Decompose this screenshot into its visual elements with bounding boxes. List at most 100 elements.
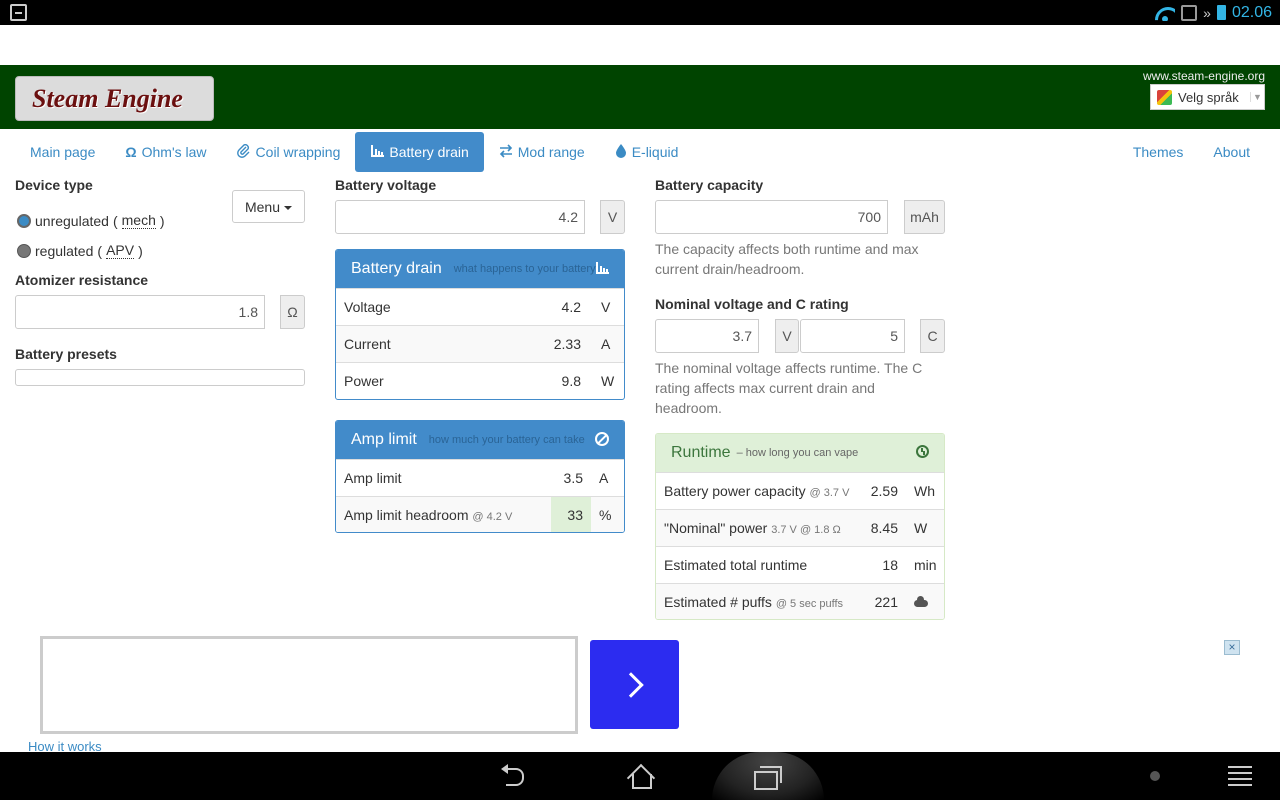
table-row: "Nominal" power 3.7 V @ 1.8 Ω 8.45 W: [656, 509, 944, 546]
dock-icon: [1181, 4, 1198, 21]
bar-chart-icon: [370, 144, 385, 161]
recent-apps-icon[interactable]: [754, 766, 782, 790]
radio-regulated[interactable]: regulated (APV): [17, 242, 143, 259]
panel-title: Runtime: [671, 444, 731, 461]
nav-label: Ohm's law: [141, 144, 207, 160]
battery-drain-panel: Battery drain what happens to your batte…: [335, 249, 625, 400]
status-time: 02.06: [1231, 3, 1272, 21]
row-note: @ 4.2 V: [472, 511, 513, 523]
row-value: 4.2: [561, 299, 581, 315]
row-value: 2.33: [553, 336, 581, 352]
bar-chart-icon: [595, 261, 609, 280]
panel-subtitle: what happens to your battery: [453, 263, 596, 275]
volt-addon: V: [600, 200, 625, 234]
atomizer-resistance-input[interactable]: 1.8: [15, 295, 265, 329]
row-note: @ 3.7 V: [809, 487, 850, 499]
nav-label: E-liquid: [631, 144, 679, 160]
google-icon: [1157, 89, 1172, 105]
nav-about[interactable]: About: [1198, 132, 1265, 172]
row-unit: W: [914, 520, 928, 536]
battery-presets-select[interactable]: [15, 369, 305, 386]
nav-themes[interactable]: Themes: [1118, 132, 1199, 172]
row-value: 2.59: [870, 483, 898, 499]
nav-mod-range[interactable]: Mod range: [484, 132, 600, 172]
table-row: Amp limit headroom @ 4.2 V 33 %: [336, 496, 624, 532]
paren: (: [112, 212, 118, 229]
ad-close-button[interactable]: ×: [1224, 640, 1240, 655]
battery-presets-label: Battery presets: [15, 346, 117, 362]
nav-coil-wrapping[interactable]: Coil wrapping: [222, 132, 356, 172]
nav-ohms-law[interactable]: Ω Ohm's law: [110, 132, 221, 172]
ohm-icon: Ω: [125, 144, 137, 160]
row-label: "Nominal" power 3.7 V @ 1.8 Ω: [656, 520, 866, 536]
paperclip-icon: [236, 143, 251, 161]
row-unit: V: [601, 299, 611, 315]
site-logo[interactable]: Steam Engine: [15, 76, 214, 121]
mah-addon: mAh: [904, 200, 945, 234]
nav-label: Main page: [30, 144, 96, 160]
row-label-text: Amp limit: [344, 470, 402, 486]
panel-header: Runtime – how long you can vape: [656, 434, 944, 472]
nav-main-page[interactable]: Main page: [15, 132, 110, 172]
ohm-addon: Ω: [280, 295, 305, 329]
row-label-text: Estimated total runtime: [664, 557, 808, 573]
row-unit: Wh: [914, 483, 935, 499]
battery-voltage-input[interactable]: 4.2: [335, 200, 585, 234]
row-unit: W: [601, 373, 615, 389]
ad-banner[interactable]: [40, 636, 578, 734]
menu-label: Menu: [244, 198, 281, 215]
nav-battery-drain[interactable]: Battery drain: [355, 132, 484, 172]
battery-capacity-input[interactable]: 700: [655, 200, 888, 234]
amp-limit-panel: Amp limit how much your battery can take…: [335, 420, 625, 533]
table-row: Voltage 4.2 V: [336, 288, 624, 325]
row-value: 3.5: [563, 470, 583, 486]
row-value: 221: [874, 594, 898, 610]
download-icon: [10, 4, 27, 21]
radio-label: regulated: [35, 242, 94, 259]
radio-unregulated[interactable]: unregulated (mech): [17, 212, 165, 229]
menu-icon[interactable]: [1228, 766, 1252, 786]
paren: ): [159, 212, 165, 229]
home-icon[interactable]: [627, 764, 653, 789]
radio-button[interactable]: [17, 213, 31, 228]
transfer-icon: [499, 143, 513, 161]
nav-label: Coil wrapping: [255, 144, 341, 160]
panel-header: Amp limit how much your battery can take: [336, 421, 624, 459]
battery-voltage-label: Battery voltage: [335, 177, 437, 193]
row-value: 33: [551, 497, 591, 532]
row-unit: A: [601, 336, 611, 352]
language-select[interactable]: Velg språk ▼: [1150, 84, 1265, 110]
row-label: Power: [344, 373, 384, 389]
menu-button[interactable]: Menu: [232, 190, 305, 223]
radio-button[interactable]: [17, 243, 31, 258]
row-label: Estimated total runtime: [656, 557, 866, 573]
language-label: Velg språk: [1178, 89, 1239, 105]
paren: (: [97, 242, 103, 259]
dot-icon[interactable]: [1150, 771, 1160, 781]
row-label-text: "Nominal" power: [664, 520, 768, 536]
menu-line: [1228, 784, 1252, 786]
back-icon[interactable]: [500, 764, 526, 788]
table-row: Amp limit 3.5 A: [336, 459, 624, 496]
nominal-voltage-input[interactable]: 3.7: [655, 319, 759, 353]
drop-icon: [615, 143, 627, 161]
status-bar: » 02.06: [0, 0, 1280, 25]
row-label-text: Estimated # puffs: [664, 594, 772, 610]
menu-line: [1228, 766, 1252, 768]
caret-down-icon: [284, 205, 293, 210]
radio-abbr: mech: [121, 212, 156, 229]
ad-next-button[interactable]: [590, 640, 679, 729]
nav-e-liquid[interactable]: E-liquid: [600, 132, 694, 172]
runtime-panel: Runtime – how long you can vape Battery …: [655, 433, 945, 620]
row-unit: A: [599, 470, 609, 486]
system-nav-bar: [0, 752, 1280, 800]
clock-icon: [916, 445, 929, 458]
c-rating-input[interactable]: 5: [800, 319, 905, 353]
nav-label: Mod range: [517, 144, 585, 160]
radio-abbr: APV: [106, 242, 135, 259]
device-type-label: Device type: [15, 177, 93, 193]
battery-icon: [1216, 5, 1226, 20]
row-label: Estimated # puffs @ 5 sec puffs: [656, 594, 866, 610]
row-label-text: Battery power capacity: [664, 483, 806, 499]
table-row: Estimated # puffs @ 5 sec puffs 221: [656, 583, 944, 619]
